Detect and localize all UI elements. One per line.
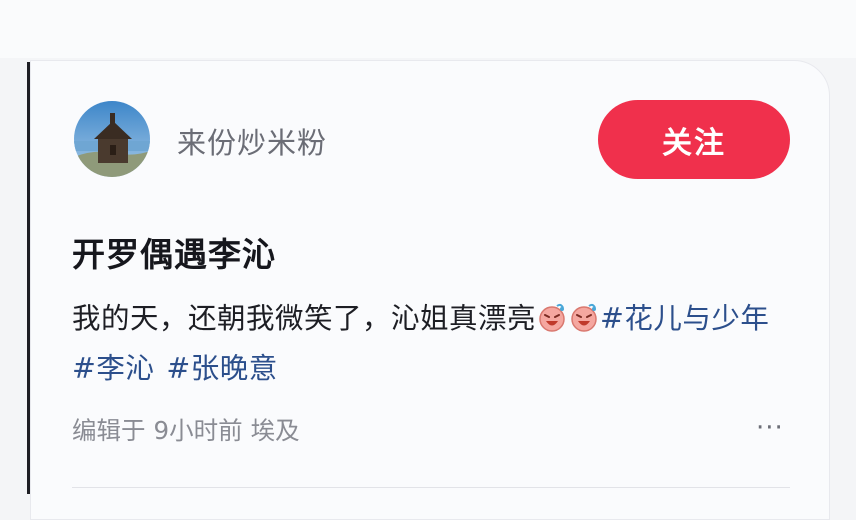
post-body-text: 我的天，还朝我微笑了，沁姐真漂亮 (72, 302, 537, 335)
more-options-icon[interactable]: ··· (756, 413, 784, 443)
follow-button[interactable]: 关注 (598, 100, 790, 179)
edited-label: 编辑于 (72, 416, 146, 445)
bottom-divider (72, 487, 790, 488)
post-title: 开罗偶遇李沁 (72, 235, 276, 274)
author-name[interactable]: 来份炒米粉 (177, 120, 327, 162)
post-time: 9小时前 (153, 416, 243, 445)
laughing-face-emoji-icon (537, 299, 567, 332)
post-location: 埃及 (250, 416, 300, 445)
hashtag-link[interactable]: #花儿与少年 (600, 302, 769, 335)
top-bar (0, 0, 856, 58)
hashtag-link[interactable]: #张晚意 (166, 352, 277, 385)
post-meta: 编辑于 9小时前 埃及 (72, 412, 300, 447)
author-avatar[interactable] (74, 101, 150, 177)
post-body: 我的天，还朝我微笑了，沁姐真漂亮 #花儿与少年 #李沁 #张晚意 (72, 294, 792, 394)
laughing-face-emoji-icon (569, 299, 599, 332)
hashtag-link[interactable]: #李沁 (72, 352, 154, 385)
